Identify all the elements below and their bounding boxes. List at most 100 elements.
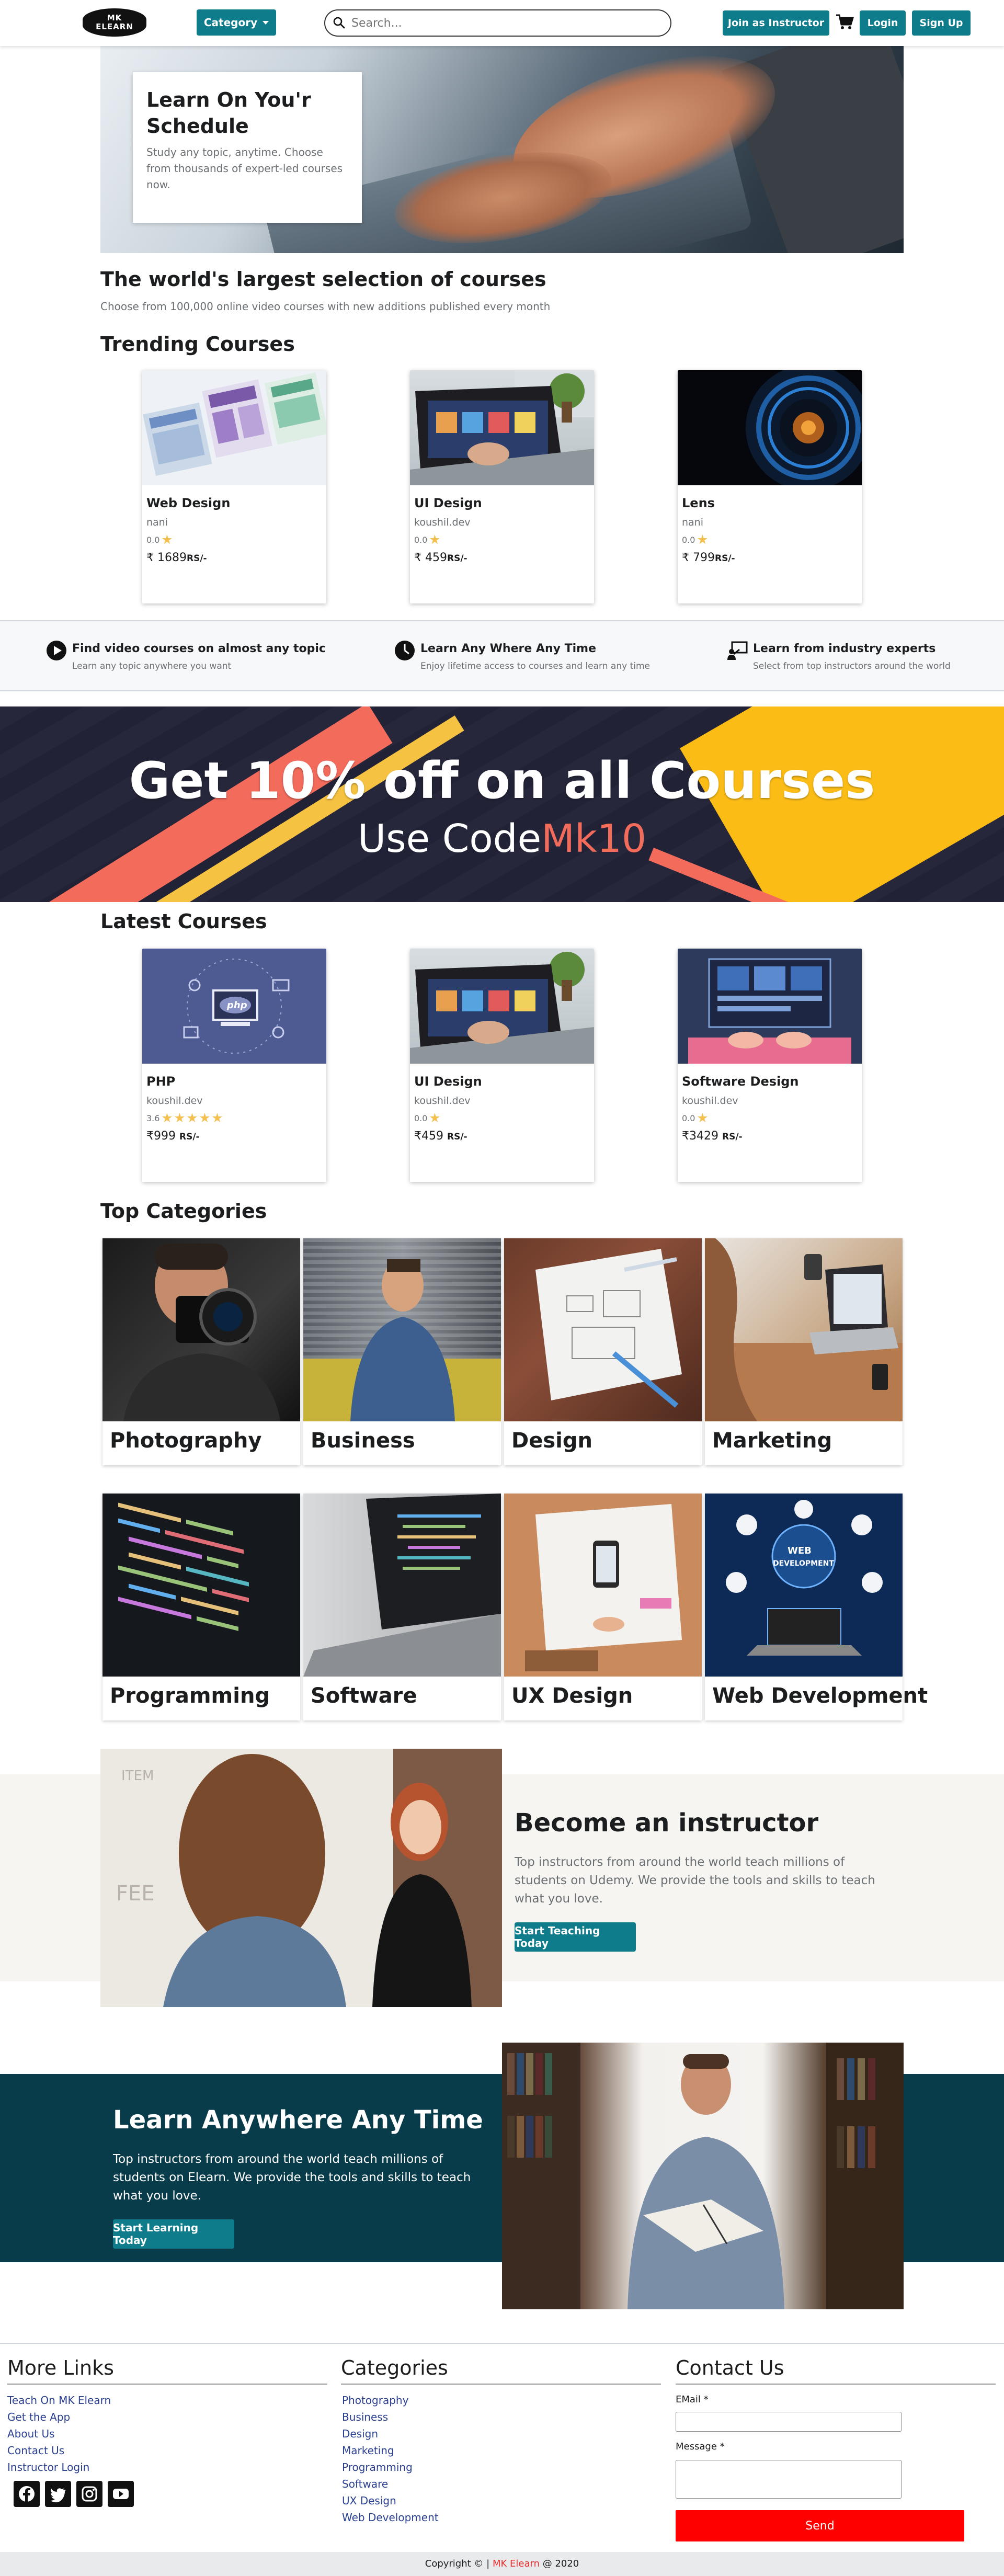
price-unit: RS/- [447, 1132, 467, 1142]
course-card-web-design[interactable]: Web Design nani 0.0 ₹ 1689RS/- [142, 370, 326, 603]
price-value: ₹999 [146, 1130, 176, 1143]
copyright-bar: Copyright © | MK Elearn @ 2020 [0, 2552, 1004, 2576]
course-price: ₹ 459RS/- [414, 551, 590, 564]
message-label: Message * [676, 2441, 725, 2452]
footer-category-link[interactable]: Design [342, 2427, 378, 2440]
course-author: nani [682, 517, 704, 528]
category-dropdown-button[interactable]: Category [197, 9, 276, 36]
course-title[interactable]: Software Design [682, 1074, 858, 1089]
rating-value: 0.0 [414, 534, 428, 545]
send-button[interactable]: Send [676, 2510, 964, 2541]
footer-category-link[interactable]: UX Design [342, 2494, 396, 2507]
price-unit: RS/- [447, 553, 467, 564]
start-learning-button[interactable]: Start Learning Today [113, 2219, 234, 2249]
feature-title: Learn from industry experts [753, 642, 936, 655]
footer-heading-line [341, 2384, 661, 2385]
course-thumbnail [410, 370, 594, 485]
price-unit: RS/- [179, 1132, 200, 1142]
instagram-icon[interactable] [76, 2481, 102, 2507]
course-title[interactable]: Web Design [146, 496, 322, 510]
selection-title: The world's largest selection of courses [100, 268, 546, 291]
course-title[interactable]: PHP [146, 1074, 322, 1089]
footer-category-link[interactable]: Web Development [342, 2511, 439, 2524]
course-price: ₹ 799RS/- [682, 551, 858, 564]
search-bar[interactable] [324, 9, 671, 37]
logo-line-2: ELEARN [96, 22, 133, 31]
footer-category-link[interactable]: Marketing [342, 2444, 394, 2457]
category-tile-programming[interactable]: Programming [102, 1494, 300, 1720]
instructor-title: Become an instructor [515, 1808, 819, 1838]
star-icon [697, 534, 708, 544]
footer-category-link[interactable]: Photography [342, 2394, 408, 2407]
cart-icon[interactable] [836, 14, 854, 30]
category-label: Design [511, 1429, 592, 1453]
message-field[interactable] [676, 2460, 902, 2499]
start-teaching-button[interactable]: Start Teaching Today [515, 1922, 636, 1952]
category-tile-software[interactable]: Software [303, 1494, 501, 1720]
course-author: koushil.dev [414, 517, 471, 528]
feature-title: Find video courses on almost any topic [72, 642, 326, 655]
svg-text:WEB: WEB [788, 1545, 812, 1556]
hero-card: Learn On You'r Schedule Study any topic,… [133, 72, 362, 223]
youtube-icon[interactable] [108, 2481, 134, 2507]
category-tile-marketing[interactable]: Marketing [705, 1238, 903, 1465]
login-button[interactable]: Login [860, 10, 906, 36]
sketchbook-image [535, 1249, 682, 1408]
category-label: Marketing [712, 1429, 832, 1453]
category-tile-business[interactable]: Business [303, 1238, 501, 1465]
promo-headline: Get 10% off on all Courses [129, 751, 875, 810]
ux-sketch-image [525, 1504, 682, 1671]
promo-code: Mk10 [541, 816, 647, 861]
twitter-icon[interactable] [45, 2481, 71, 2507]
selection-subtitle: Choose from 100,000 online video courses… [100, 300, 551, 313]
hero-banner: Learn On You'r Schedule Study any topic,… [100, 46, 904, 253]
price-unit: RS/- [722, 1132, 743, 1142]
course-card-ui-design-latest[interactable]: UI Design koushil.dev 0.0 ₹459 RS/- [410, 949, 594, 1182]
course-card-software-design[interactable]: Software Design koushil.dev 0.0 ₹3429 RS… [678, 949, 862, 1182]
course-title[interactable]: UI Design [414, 496, 590, 510]
footer-link[interactable]: Instructor Login [7, 2461, 89, 2474]
footer-link[interactable]: Contact Us [7, 2444, 64, 2457]
ui-design-image [410, 370, 594, 485]
category-image [303, 1494, 501, 1677]
footer-link[interactable]: Get the App [7, 2411, 70, 2423]
search-input[interactable] [351, 16, 644, 30]
footer-category-link[interactable]: Software [342, 2478, 388, 2490]
email-field[interactable] [676, 2412, 902, 2432]
software-design-image [688, 958, 851, 1064]
star-icon [212, 1113, 223, 1123]
category-tile-photography[interactable]: Photography [102, 1238, 300, 1465]
course-price: ₹3429 RS/- [682, 1130, 858, 1143]
course-title[interactable]: Lens [682, 496, 858, 510]
instructor-text: Top instructors from around the world te… [515, 1855, 875, 1906]
copyright-brand-link[interactable]: MK Elearn [493, 2558, 540, 2569]
category-image [102, 1494, 300, 1677]
footer-link[interactable]: About Us [7, 2427, 55, 2440]
category-tile-web-development[interactable]: WEB DEVELOPMENT Web Development [705, 1494, 928, 1720]
category-tile-ux-design[interactable]: UX Design [504, 1494, 702, 1720]
rating-value: 0.0 [414, 1113, 428, 1123]
facebook-icon[interactable] [14, 2481, 40, 2507]
join-instructor-button[interactable]: Join as Instructor [723, 10, 829, 36]
course-thumbnail [142, 370, 326, 485]
search-icon [333, 17, 345, 29]
promo-code-line: Use CodeMk10 [0, 816, 1004, 861]
footer-category-link[interactable]: Business [342, 2411, 388, 2423]
category-tile-design[interactable]: Design [504, 1238, 702, 1465]
promo-banner[interactable]: Get 10% off on all Courses Use CodeMk10 [0, 706, 1004, 902]
course-card-php[interactable]: php PHP koushil.dev 3.6 ₹999 RS/- [142, 949, 326, 1182]
course-price: ₹ 1689RS/- [146, 551, 322, 564]
site-logo[interactable]: MK ELEARN [83, 8, 146, 37]
signup-button[interactable]: Sign Up [912, 10, 971, 36]
course-title[interactable]: UI Design [414, 1074, 590, 1089]
footer-link[interactable]: Teach On MK Elearn [7, 2394, 111, 2407]
rating-value: 0.0 [682, 534, 695, 545]
course-author: nani [146, 517, 168, 528]
caret-down-icon [263, 20, 269, 25]
laptop-desk-image [705, 1238, 903, 1421]
teacher-board-icon [727, 641, 748, 660]
course-card-ui-design[interactable]: UI Design koushil.dev 0.0 ₹ 459RS/- [410, 370, 594, 603]
course-card-lens[interactable]: Lens nani 0.0 ₹ 799RS/- [678, 370, 862, 603]
code-screen-image [118, 1502, 249, 1631]
footer-category-link[interactable]: Programming [342, 2461, 413, 2474]
